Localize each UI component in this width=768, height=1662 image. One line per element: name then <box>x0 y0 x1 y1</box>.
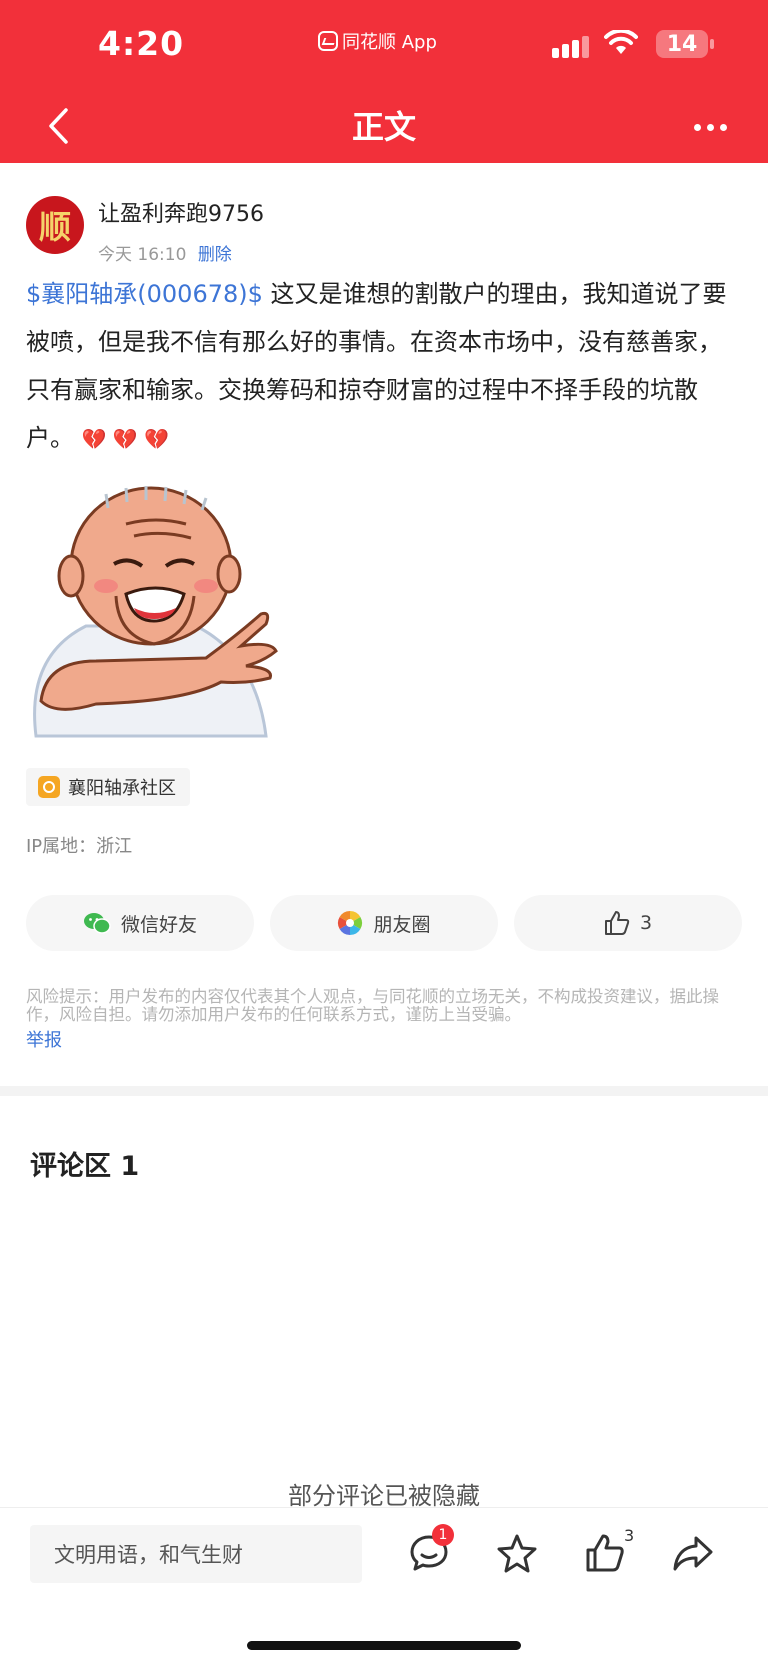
signal-icon <box>552 36 589 58</box>
moments-icon <box>338 911 363 935</box>
comments-title: 评论区 1 <box>30 1151 140 1182</box>
comment-input[interactable]: 文明用语，和气生财 <box>30 1525 362 1583</box>
bottom-bar: 文明用语，和气生财 1 3 <box>0 1507 768 1662</box>
avatar[interactable]: 顺 <box>26 196 84 254</box>
status-bar: 4:20 同花顺 App 14 <box>0 0 768 90</box>
like-button[interactable]: 3 <box>514 895 742 951</box>
forward-button[interactable] <box>670 1530 716 1576</box>
post-author: 顺 让盈利奔跑9756 今天 16:10 删除 <box>26 196 264 265</box>
app-indicator[interactable]: 同花顺 App <box>318 28 437 54</box>
community-icon <box>38 776 60 798</box>
share-wechat-label: 微信好友 <box>120 913 197 936</box>
wifi-icon <box>604 28 638 60</box>
stock-link[interactable]: $襄阳轴承(000678)$ <box>26 280 263 308</box>
share-moments-button[interactable]: 朋友圈 <box>270 895 498 951</box>
hidden-comments-note[interactable]: 部分评论已被隐藏 <box>0 1476 768 1511</box>
delete-link[interactable]: 删除 <box>198 245 232 265</box>
app-indicator-label: 同花顺 App <box>342 32 437 53</box>
status-time: 4:20 <box>98 24 185 63</box>
risk-notice: 风险提示：用户发布的内容仅代表其个人观点，与同花顺的立场无关，不构成投资建议，据… <box>26 987 719 1024</box>
post-time: 今天 16:10 <box>98 245 187 265</box>
section-divider <box>0 1086 768 1096</box>
comment-button[interactable]: 1 <box>406 1524 454 1576</box>
post-body: $襄阳轴承(000678)$ 这又是谁想的割散户的理由，我知道说了要被喷，但是我… <box>26 270 742 463</box>
share-wechat-button[interactable]: 微信好友 <box>26 895 254 951</box>
ip-location: IP属地：浙江 <box>26 836 133 857</box>
share-moments-label: 朋友圈 <box>373 913 431 936</box>
top-header: 4:20 同花顺 App 14 正文 <box>0 0 768 163</box>
nav-bar: 正文 <box>0 90 768 163</box>
author-name[interactable]: 让盈利奔跑9756 <box>98 196 264 228</box>
app-logo-icon <box>318 31 338 51</box>
more-button[interactable] <box>688 112 732 142</box>
favorite-button[interactable] <box>494 1530 540 1576</box>
battery-icon: 14 <box>656 30 714 58</box>
thumbs-up-icon <box>586 1534 624 1572</box>
like-bottom-button[interactable]: 3 <box>582 1526 634 1576</box>
share-row: 微信好友 朋友圈 3 <box>26 895 742 951</box>
wechat-icon <box>83 913 111 934</box>
home-indicator <box>247 1641 521 1650</box>
more-dots-icon <box>693 123 701 131</box>
share-arrow-icon <box>673 1536 713 1571</box>
bottom-like-count: 3 <box>624 1526 635 1545</box>
battery-level: 14 <box>666 31 698 57</box>
broken-heart-emojis: 💔 💔 💔 <box>81 427 170 451</box>
report-link[interactable]: 举报 <box>26 1026 62 1052</box>
community-tag[interactable]: 襄阳轴承社区 <box>26 768 190 806</box>
page-title: 正文 <box>351 108 416 146</box>
comment-badge: 1 <box>432 1524 454 1546</box>
star-icon <box>497 1534 537 1573</box>
post-meta: 今天 16:10 删除 <box>98 240 264 265</box>
sticker-image[interactable] <box>26 486 278 740</box>
like-count: 3 <box>639 912 653 934</box>
thumbs-up-icon <box>604 911 630 935</box>
community-tag-label: 襄阳轴承社区 <box>68 778 176 799</box>
